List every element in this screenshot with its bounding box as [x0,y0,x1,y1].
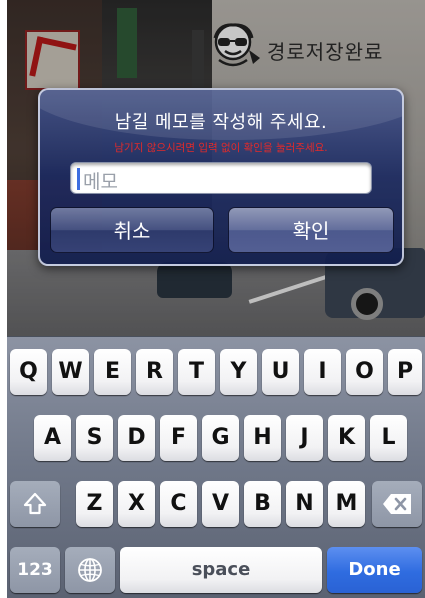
space-key[interactable]: space [120,547,322,593]
key-d[interactable]: D [118,415,155,461]
delete-key[interactable] [372,481,422,527]
key-u[interactable]: U [262,349,299,395]
keyboard-row-4: 123 space Done [7,547,425,593]
key-a[interactable]: A [34,415,71,461]
key-y[interactable]: Y [220,349,257,395]
key-c[interactable]: C [160,481,197,527]
key-b[interactable]: B [244,481,281,527]
key-h[interactable]: H [244,415,281,461]
key-n[interactable]: N [286,481,323,527]
keyboard-row-2: A S D F G H J K L [7,415,425,461]
memo-input-placeholder: 메모 [83,171,118,193]
key-x[interactable]: X [118,481,155,527]
key-v[interactable]: V [202,481,239,527]
memo-input[interactable]: 메모 [70,162,372,194]
keyboard-row-1: Q W E R T Y U I O P [7,349,425,395]
done-key[interactable]: Done [327,547,422,593]
key-p[interactable]: P [388,349,422,395]
key-l[interactable]: L [370,415,407,461]
numbers-key[interactable]: 123 [10,547,60,593]
on-screen-keyboard: Q W E R T Y U I O P A S D F G H J K L Z … [7,336,425,598]
key-e[interactable]: E [94,349,131,395]
key-r[interactable]: R [136,349,173,395]
key-z[interactable]: Z [76,481,113,527]
key-k[interactable]: K [328,415,365,461]
globe-icon [78,558,102,582]
alert-title: 남길 메모를 작성해 주세요. [114,112,328,133]
key-o[interactable]: O [346,349,383,395]
key-t[interactable]: T [178,349,215,395]
key-j[interactable]: J [286,415,323,461]
memo-alert-dialog: 남길 메모를 작성해 주세요. 남기지 않으시려면 입력 없이 확인을 눌러주세… [38,88,404,266]
key-g[interactable]: G [202,415,239,461]
key-q[interactable]: Q [10,349,47,395]
text-caret [77,168,80,190]
globe-key[interactable] [65,547,115,593]
ok-button[interactable]: 확인 [228,207,394,253]
shift-key[interactable] [10,481,60,527]
cancel-button[interactable]: 취소 [50,207,214,253]
key-w[interactable]: W [52,349,89,395]
keyboard-row-3: Z X C V B N M [7,481,425,527]
key-i[interactable]: I [304,349,341,395]
key-s[interactable]: S [76,415,113,461]
alert-message: 남기지 않으시려면 입력 없이 확인을 눌러주세요. [114,142,328,154]
key-m[interactable]: M [328,481,365,527]
key-f[interactable]: F [160,415,197,461]
delete-backspace-icon [383,494,411,514]
shift-arrow-icon [23,492,47,515]
